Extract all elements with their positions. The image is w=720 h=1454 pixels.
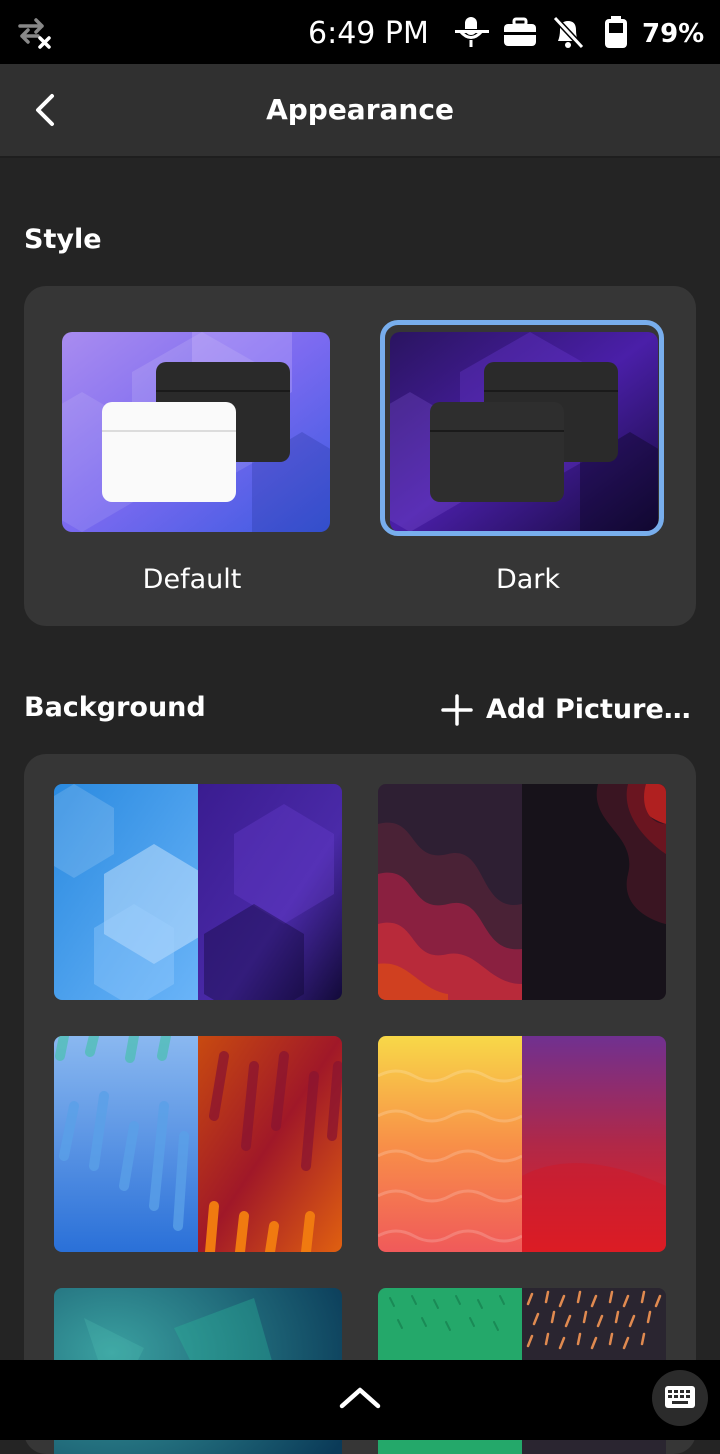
- wallpaper-waves[interactable]: [378, 784, 666, 1000]
- keyboard-icon: [665, 1386, 695, 1408]
- page-title: Appearance: [266, 93, 454, 126]
- add-picture-label: Add Picture…: [486, 694, 691, 725]
- microphone-muted-icon: [455, 17, 489, 47]
- network-offline-icon: [18, 18, 51, 49]
- add-picture-button[interactable]: Add Picture…: [440, 688, 691, 732]
- wallpaper-blobs[interactable]: [54, 784, 342, 1000]
- selected-style-indicator: [380, 320, 664, 536]
- battery-percentage: 79%: [642, 19, 705, 49]
- notifications-muted-icon: [552, 15, 585, 50]
- status-bar: 6:49 PM 79%: [0, 0, 720, 64]
- clock: 6:49 PM: [308, 16, 429, 51]
- chevron-up-icon[interactable]: [336, 1378, 384, 1418]
- style-section-title: Style: [24, 224, 102, 255]
- wallpaper-fold[interactable]: [378, 1036, 666, 1252]
- bottom-navigation-bar: [0, 1360, 720, 1440]
- plus-icon: [441, 694, 473, 726]
- wallpaper-drool[interactable]: [54, 1036, 342, 1252]
- battery-icon: [605, 16, 627, 48]
- style-option-default[interactable]: Default: [24, 286, 360, 626]
- style-card: Default Dark: [24, 286, 696, 626]
- background-section-title: Background: [24, 692, 206, 723]
- style-option-dark-label: Dark: [495, 564, 561, 595]
- keyboard-toggle-button[interactable]: [652, 1370, 708, 1426]
- style-option-default-label: Default: [142, 564, 242, 595]
- header-bar: Appearance: [0, 64, 720, 158]
- wallpaper-grid: [24, 754, 696, 1454]
- default-style-preview: [62, 332, 330, 532]
- case-icon: [504, 17, 536, 46]
